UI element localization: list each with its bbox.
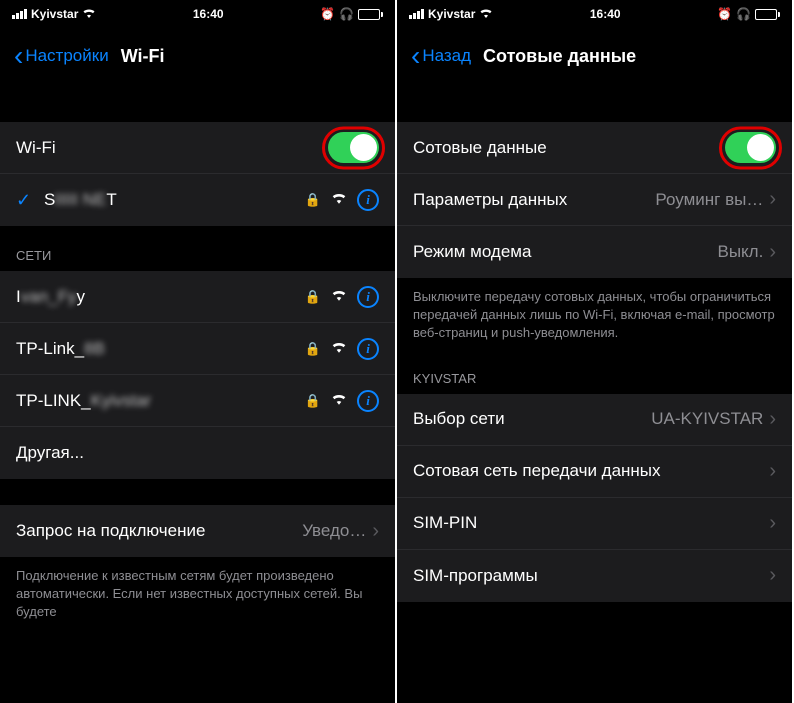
wifi-status-icon: [479, 7, 493, 21]
battery-icon: [358, 9, 383, 20]
back-label: Настройки: [25, 46, 108, 66]
chevron-right-icon: ›: [372, 520, 379, 543]
other-network-row[interactable]: Другая...: [0, 427, 395, 479]
lock-icon: 🔒: [305, 393, 321, 409]
row-label: Другая...: [16, 443, 379, 463]
wifi-toggle-row[interactable]: Wi-Fi: [0, 122, 395, 174]
wifi-signal-icon: [331, 392, 347, 410]
status-bar: Kyivstar 16:40 ⏰ 🎧: [0, 0, 395, 28]
signal-icon: [12, 9, 27, 19]
lock-icon: 🔒: [305, 341, 321, 357]
alarm-icon: ⏰: [320, 7, 335, 21]
back-button[interactable]: ‹ Настройки: [14, 42, 109, 70]
nav-bar: ‹ Настройки Wi-Fi: [0, 28, 395, 84]
row-value: Уведо…: [302, 521, 366, 541]
back-button[interactable]: ‹ Назад: [411, 42, 471, 70]
chevron-right-icon: ›: [769, 241, 776, 264]
row-value: Роуминг вы…: [655, 190, 763, 210]
headphones-icon: 🎧: [339, 7, 354, 21]
hotspot-row[interactable]: Режим модема Выкл. ›: [397, 226, 792, 278]
chevron-right-icon: ›: [769, 512, 776, 535]
carrier-label: Kyivstar: [31, 7, 78, 21]
page-title: Сотовые данные: [483, 46, 636, 67]
chevron-left-icon: ‹: [14, 42, 23, 70]
network-row[interactable]: TP-LINK_Kyivstar 🔒 i: [0, 375, 395, 427]
ask-to-join-row[interactable]: Запрос на подключение Уведо… ›: [0, 505, 395, 557]
network-name: TP-Link_8B: [16, 339, 305, 359]
info-icon[interactable]: i: [357, 338, 379, 360]
row-value: Выкл.: [717, 242, 763, 262]
lock-icon: 🔒: [305, 192, 321, 208]
row-label: Wi-Fi: [16, 138, 328, 158]
wifi-signal-icon: [331, 340, 347, 358]
row-label: Запрос на подключение: [16, 521, 302, 541]
row-label: Выбор сети: [413, 409, 651, 429]
network-name: TP-LINK_Kyivstar: [16, 391, 305, 411]
battery-icon: [755, 9, 780, 20]
headphones-icon: 🎧: [736, 7, 751, 21]
page-title: Wi-Fi: [121, 46, 165, 67]
row-label: Сотовая сеть передачи данных: [413, 461, 769, 481]
chevron-left-icon: ‹: [411, 42, 420, 70]
carrier-header: KYIVSTAR: [397, 349, 792, 394]
clock: 16:40: [590, 7, 621, 21]
chevron-right-icon: ›: [769, 564, 776, 587]
info-icon[interactable]: i: [357, 286, 379, 308]
lock-icon: 🔒: [305, 289, 321, 305]
carrier-label: Kyivstar: [428, 7, 475, 21]
clock: 16:40: [193, 7, 224, 21]
cellular-toggle-row[interactable]: Сотовые данные: [397, 122, 792, 174]
cellular-toggle[interactable]: [725, 132, 776, 163]
wifi-signal-icon: [331, 288, 347, 306]
row-value: UA-KYIVSTAR: [651, 409, 763, 429]
sim-apps-row[interactable]: SIM-программы ›: [397, 550, 792, 602]
back-label: Назад: [422, 46, 471, 66]
row-label: Режим модема: [413, 242, 717, 262]
wifi-toggle[interactable]: [328, 132, 379, 163]
network-selection-row[interactable]: Выбор сети UA-KYIVSTAR ›: [397, 394, 792, 446]
network-row[interactable]: Ivan_Fyy 🔒 i: [0, 271, 395, 323]
chevron-right-icon: ›: [769, 188, 776, 211]
cellular-settings-screen: Kyivstar 16:40 ⏰ 🎧 ‹ Назад Сотовые данны…: [397, 0, 792, 703]
chevron-right-icon: ›: [769, 408, 776, 431]
networks-header: СЕТИ: [0, 226, 395, 271]
chevron-right-icon: ›: [769, 460, 776, 483]
data-options-row[interactable]: Параметры данных Роуминг вы… ›: [397, 174, 792, 226]
row-label: Сотовые данные: [413, 138, 725, 158]
footer-text: Подключение к известным сетям будет прои…: [0, 557, 395, 628]
row-label: SIM-программы: [413, 566, 769, 586]
signal-icon: [409, 9, 424, 19]
connected-network-row[interactable]: ✓ SIIIII NET 🔒 i: [0, 174, 395, 226]
footer-text: Выключите передачу сотовых данных, чтобы…: [397, 278, 792, 349]
info-icon[interactable]: i: [357, 390, 379, 412]
sim-pin-row[interactable]: SIM-PIN ›: [397, 498, 792, 550]
nav-bar: ‹ Назад Сотовые данные: [397, 28, 792, 84]
network-name: SIIIII NET: [44, 190, 305, 210]
network-row[interactable]: TP-Link_8B 🔒 i: [0, 323, 395, 375]
network-name: Ivan_Fyy: [16, 287, 305, 307]
row-label: Параметры данных: [413, 190, 655, 210]
checkmark-icon: ✓: [16, 190, 34, 211]
wifi-settings-screen: Kyivstar 16:40 ⏰ 🎧 ‹ Настройки Wi-Fi Wi-…: [0, 0, 395, 703]
wifi-status-icon: [82, 7, 96, 21]
wifi-signal-icon: [331, 191, 347, 209]
alarm-icon: ⏰: [717, 7, 732, 21]
row-label: SIM-PIN: [413, 513, 769, 533]
info-icon[interactable]: i: [357, 189, 379, 211]
status-bar: Kyivstar 16:40 ⏰ 🎧: [397, 0, 792, 28]
cellular-data-network-row[interactable]: Сотовая сеть передачи данных ›: [397, 446, 792, 498]
